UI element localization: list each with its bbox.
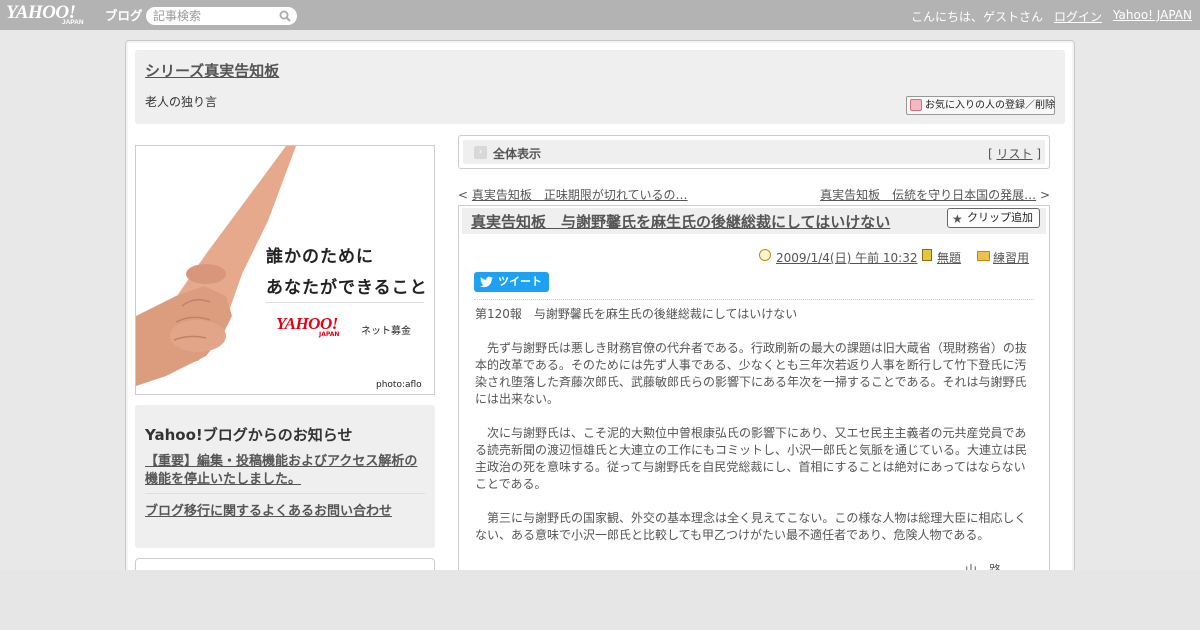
article-theme[interactable]: 無題	[937, 249, 961, 266]
greeting-text: こんにちは、ゲストさん	[910, 10, 1043, 24]
next-arrow: >	[1036, 188, 1050, 202]
search-input[interactable]	[146, 7, 297, 25]
tweet-label: ツイート	[498, 275, 542, 288]
hands-illustration	[136, 146, 296, 386]
article-paragraph: 先ず与謝野氏は悪しき財務官僚の代弁者である。行政刷新の最大の課題は旧大蔵省（現財…	[475, 341, 1027, 406]
ad-photo-credit: photo:aflo	[376, 380, 422, 390]
article-paragraph: 第三に与謝野氏の国家観、外交の基本理念は全く見えてこない。この様な人物は総理大臣…	[475, 511, 1027, 542]
folder-icon	[977, 251, 990, 261]
search-icon[interactable]	[279, 10, 291, 22]
book-icon	[922, 249, 932, 261]
notice-link-important[interactable]: 【重要】編集・投稿機能およびアクセス解析の機能を停止いたしました。	[145, 453, 430, 489]
notice-divider	[145, 493, 425, 494]
login-link[interactable]: ログイン	[1054, 8, 1102, 25]
favorite-register-label: お気に入りの人の登録／削除	[925, 100, 1055, 111]
notice-link-faq[interactable]: ブログ移行に関するよくあるお問い合わせ	[145, 500, 392, 519]
heart-icon	[910, 99, 922, 111]
list-view-toggle: [ リスト ]	[988, 145, 1041, 162]
twitter-bird-icon	[480, 276, 493, 288]
list-bracket-close: ]	[1032, 147, 1041, 161]
article-paragraph: 次に与謝野氏は、こそ泥的大勲位中曽根康弘氏の影響下にあり、又エセ民主主義者の元共…	[475, 426, 1028, 491]
article-body: 第120報 与謝野馨氏を麻生氏の後継総裁にしてはいけない 先ず与謝野氏は悪しき財…	[475, 306, 1030, 544]
ad-service-name: ネット募金	[361, 326, 411, 337]
view-all-label: 全体表示	[493, 147, 542, 161]
blog-title[interactable]: シリーズ真実告知板	[145, 60, 279, 81]
article-date[interactable]: 2009/1/4(日) 午前 10:32	[776, 249, 917, 266]
view-mode-bar-inner	[463, 140, 1045, 164]
tweet-button[interactable]: ツイート	[474, 272, 549, 292]
next-article-nav: 真実告知板 伝統を守り日本国の発展… >	[820, 186, 1050, 203]
article-divider	[474, 299, 1034, 300]
arrow-right-icon: ›	[474, 146, 487, 159]
clip-add-label: クリップ追加	[967, 211, 1033, 224]
blog-description: 老人の独り言	[145, 95, 218, 109]
logo-sub: JAPAN	[62, 19, 84, 26]
ad-yahoo-sub: JAPAN	[319, 331, 340, 338]
yahoo-japan-link[interactable]: Yahoo! JAPAN	[1113, 8, 1192, 22]
ad-banner[interactable]: 誰かのために あなたができること YAHOO! JAPAN ネット募金 phot…	[135, 145, 435, 395]
ad-headline-2: あなたができること	[266, 278, 428, 298]
article-title[interactable]: 真実告知板 与謝野馨氏を麻生氏の後継総裁にしてはいけない	[471, 211, 890, 232]
ad-divider	[266, 302, 424, 303]
prev-arrow: <	[458, 188, 472, 202]
star-icon: ★	[952, 212, 963, 226]
notice-title: Yahoo!ブログからのお知らせ	[145, 426, 353, 444]
clip-add-button[interactable]: ★ クリップ追加	[947, 208, 1040, 228]
favorite-register-button[interactable]: お気に入りの人の登録／削除	[906, 96, 1055, 115]
prev-article-nav: < 真実告知板 正味期限が切れているの…	[458, 186, 688, 203]
article-paragraph: 第120報 与謝野馨氏を麻生氏の後継総裁にしてはいけない	[475, 307, 798, 321]
list-view-link[interactable]: リスト	[996, 147, 1032, 161]
logo-service: ブログ	[105, 8, 143, 23]
top-bar: YAHOO! JAPAN ブログ こんにちは、ゲストさん ログイン Yahoo!…	[0, 0, 1200, 30]
clock-icon	[759, 249, 771, 261]
bottom-band	[0, 570, 1200, 630]
prev-article-link[interactable]: 真実告知板 正味期限が切れているの…	[472, 188, 688, 202]
ad-headline-1: 誰かのために	[266, 247, 374, 267]
article-category[interactable]: 練習用	[993, 249, 1029, 266]
next-article-link[interactable]: 真実告知板 伝統を守り日本国の発展…	[820, 188, 1036, 202]
